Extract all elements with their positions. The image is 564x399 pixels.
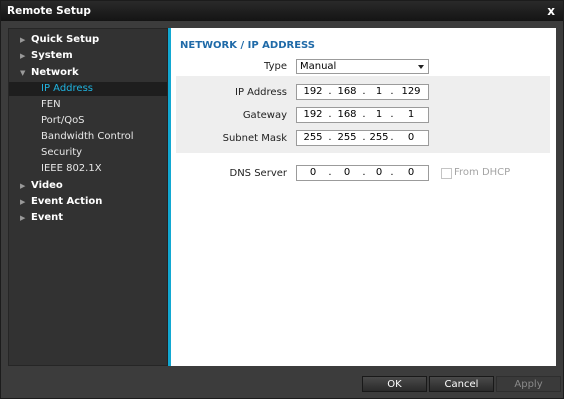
- tree-item-event-action[interactable]: ▶ Event Action: [20, 195, 102, 209]
- tree-item-system[interactable]: ▶ System: [20, 49, 73, 63]
- octet: 1: [407, 109, 415, 120]
- expand-arrow-icon: ▶: [20, 36, 26, 44]
- settings-panel: NETWORK / IP ADDRESS Type Manual IP Addr…: [171, 28, 556, 366]
- collapse-arrow-icon: ▼: [20, 69, 26, 77]
- expand-arrow-icon: ▶: [20, 198, 26, 206]
- octet: 192: [303, 86, 323, 97]
- octet: 0: [309, 167, 317, 178]
- octet: 1: [375, 109, 383, 120]
- dns-server-field[interactable]: 0 . 0 . 0 . 0: [296, 165, 429, 181]
- octet: 255: [337, 132, 357, 143]
- octet-separator: .: [328, 167, 332, 178]
- chevron-down-icon: [418, 65, 424, 69]
- octet: 1: [375, 86, 383, 97]
- tree-item-network[interactable]: ▼ Network: [20, 66, 79, 80]
- type-select[interactable]: Manual: [296, 59, 429, 74]
- subnet-mask-label: Subnet Mask: [222, 133, 287, 144]
- apply-button[interactable]: Apply: [496, 376, 561, 392]
- tree-item-quick-setup[interactable]: ▶ Quick Setup: [20, 33, 99, 47]
- octet-separator: .: [390, 132, 394, 143]
- tree-item-bandwidth-control[interactable]: Bandwidth Control: [41, 130, 134, 144]
- octet: 129: [401, 86, 421, 97]
- octet: 168: [337, 109, 357, 120]
- octet: 0: [407, 132, 415, 143]
- from-dhcp-checkbox[interactable]: [441, 168, 452, 179]
- gateway-field[interactable]: 192 . 168 . 1 . 1: [296, 107, 429, 123]
- expand-arrow-icon: ▶: [20, 182, 26, 190]
- expand-arrow-icon: ▶: [20, 52, 26, 60]
- title-bar: Remote Setup x: [1, 1, 563, 21]
- octet-separator: .: [328, 132, 332, 143]
- tree-item-ieee-8021x[interactable]: IEEE 802.1X: [41, 162, 102, 176]
- octet: 0: [407, 167, 415, 178]
- tree-item-ip-address[interactable]: IP Address: [9, 82, 167, 96]
- octet: 0: [375, 167, 383, 178]
- window-title: Remote Setup: [7, 5, 91, 17]
- octet-separator: .: [328, 109, 332, 120]
- tree-item-video[interactable]: ▶ Video: [20, 179, 63, 193]
- gateway-label: Gateway: [242, 110, 287, 121]
- ip-address-field[interactable]: 192 . 168 . 1 . 129: [296, 84, 429, 100]
- tree-item-port-qos[interactable]: Port/QoS: [41, 114, 85, 128]
- type-value: Manual: [300, 61, 337, 72]
- octet: 192: [303, 109, 323, 120]
- tree-item-event[interactable]: ▶ Event: [20, 211, 63, 225]
- settings-tree: ▶ Quick Setup ▶ System ▼ Network IP Address…: [8, 28, 168, 366]
- subnet-mask-field[interactable]: 255 . 255 . 255 . 0: [296, 130, 429, 146]
- octet-separator: .: [390, 109, 394, 120]
- close-icon[interactable]: x: [547, 5, 555, 17]
- octet: 255: [369, 132, 389, 143]
- ok-button[interactable]: OK: [362, 376, 427, 392]
- section-title: NETWORK / IP ADDRESS: [180, 40, 315, 51]
- expand-arrow-icon: ▶: [20, 214, 26, 222]
- tree-item-fen[interactable]: FEN: [41, 98, 61, 112]
- cancel-button[interactable]: Cancel: [429, 376, 494, 392]
- remote-setup-window: Remote Setup x ▶ Quick Setup ▶ System ▼ Net…: [0, 0, 564, 399]
- dialog-footer: OK Cancel Apply: [1, 370, 563, 398]
- octet: 0: [343, 167, 351, 178]
- octet-separator: .: [328, 86, 332, 97]
- type-label: Type: [264, 61, 287, 72]
- octet: 255: [303, 132, 323, 143]
- from-dhcp-label: From DHCP: [454, 167, 511, 178]
- octet-separator: .: [390, 86, 394, 97]
- ip-address-label: IP Address: [235, 87, 287, 98]
- tree-item-security[interactable]: Security: [41, 146, 82, 160]
- octet-separator: .: [390, 167, 394, 178]
- octet: 168: [337, 86, 357, 97]
- dns-server-label: DNS Server: [229, 168, 288, 179]
